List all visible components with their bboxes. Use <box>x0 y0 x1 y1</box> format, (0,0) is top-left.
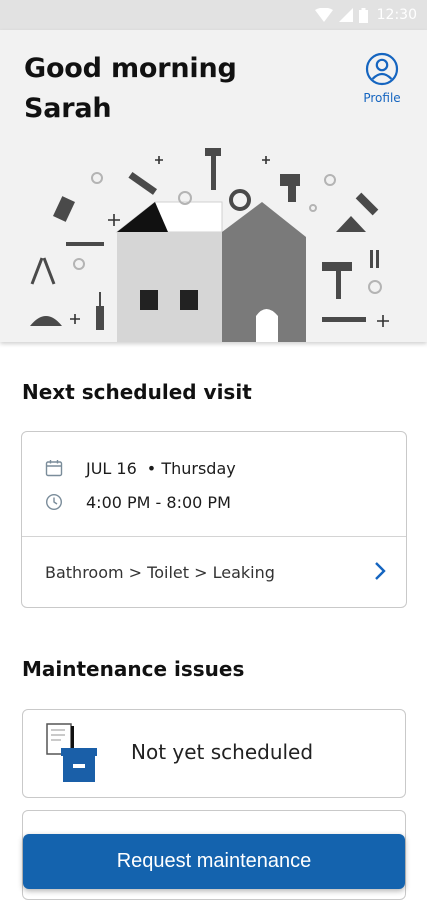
profile-label: Profile <box>363 91 401 105</box>
request-maintenance-button[interactable]: Request maintenance <box>23 834 405 889</box>
status-icons: 12:30 <box>314 5 417 25</box>
status-bar: 12:30 <box>0 0 427 30</box>
calendar-icon <box>44 458 64 478</box>
issue-card-not-scheduled[interactable]: Not yet scheduled <box>22 709 406 798</box>
hero-header: Good morning Sarah Profile <box>0 30 427 342</box>
visit-issue-path[interactable]: Bathroom > Toilet > Leaking <box>22 537 406 608</box>
greeting: Good morning Sarah <box>24 49 284 129</box>
visit-date-row: JUL 16 • Thursday <box>44 458 236 478</box>
signal-icon <box>338 8 353 22</box>
profile-icon <box>365 52 399 86</box>
visit-path-text: Bathroom > Toilet > Leaking <box>45 563 275 582</box>
chevron-right-icon <box>375 562 386 580</box>
file-tray-icon <box>46 723 97 782</box>
maintenance-title: Maintenance issues <box>22 657 245 681</box>
visit-date: JUL 16 <box>86 458 137 478</box>
tools-house-illustration <box>30 148 389 342</box>
status-time: 12:30 <box>376 7 417 23</box>
next-visit-title: Next scheduled visit <box>22 380 252 404</box>
profile-button[interactable]: Profile <box>359 52 405 105</box>
clock-icon <box>44 492 64 512</box>
issue-label: Not yet scheduled <box>131 740 314 764</box>
next-visit-card[interactable]: JUL 16 • Thursday 4:00 PM - 8:00 PM Bath… <box>21 431 407 608</box>
visit-day: • Thursday <box>146 458 236 478</box>
greeting-line1: Good morning <box>24 53 237 84</box>
visit-time-range: 4:00 PM - 8:00 PM <box>86 492 231 512</box>
greeting-name: Sarah <box>24 93 112 124</box>
visit-time-row: 4:00 PM - 8:00 PM <box>44 492 231 512</box>
battery-icon <box>358 7 368 23</box>
wifi-icon <box>314 8 333 22</box>
